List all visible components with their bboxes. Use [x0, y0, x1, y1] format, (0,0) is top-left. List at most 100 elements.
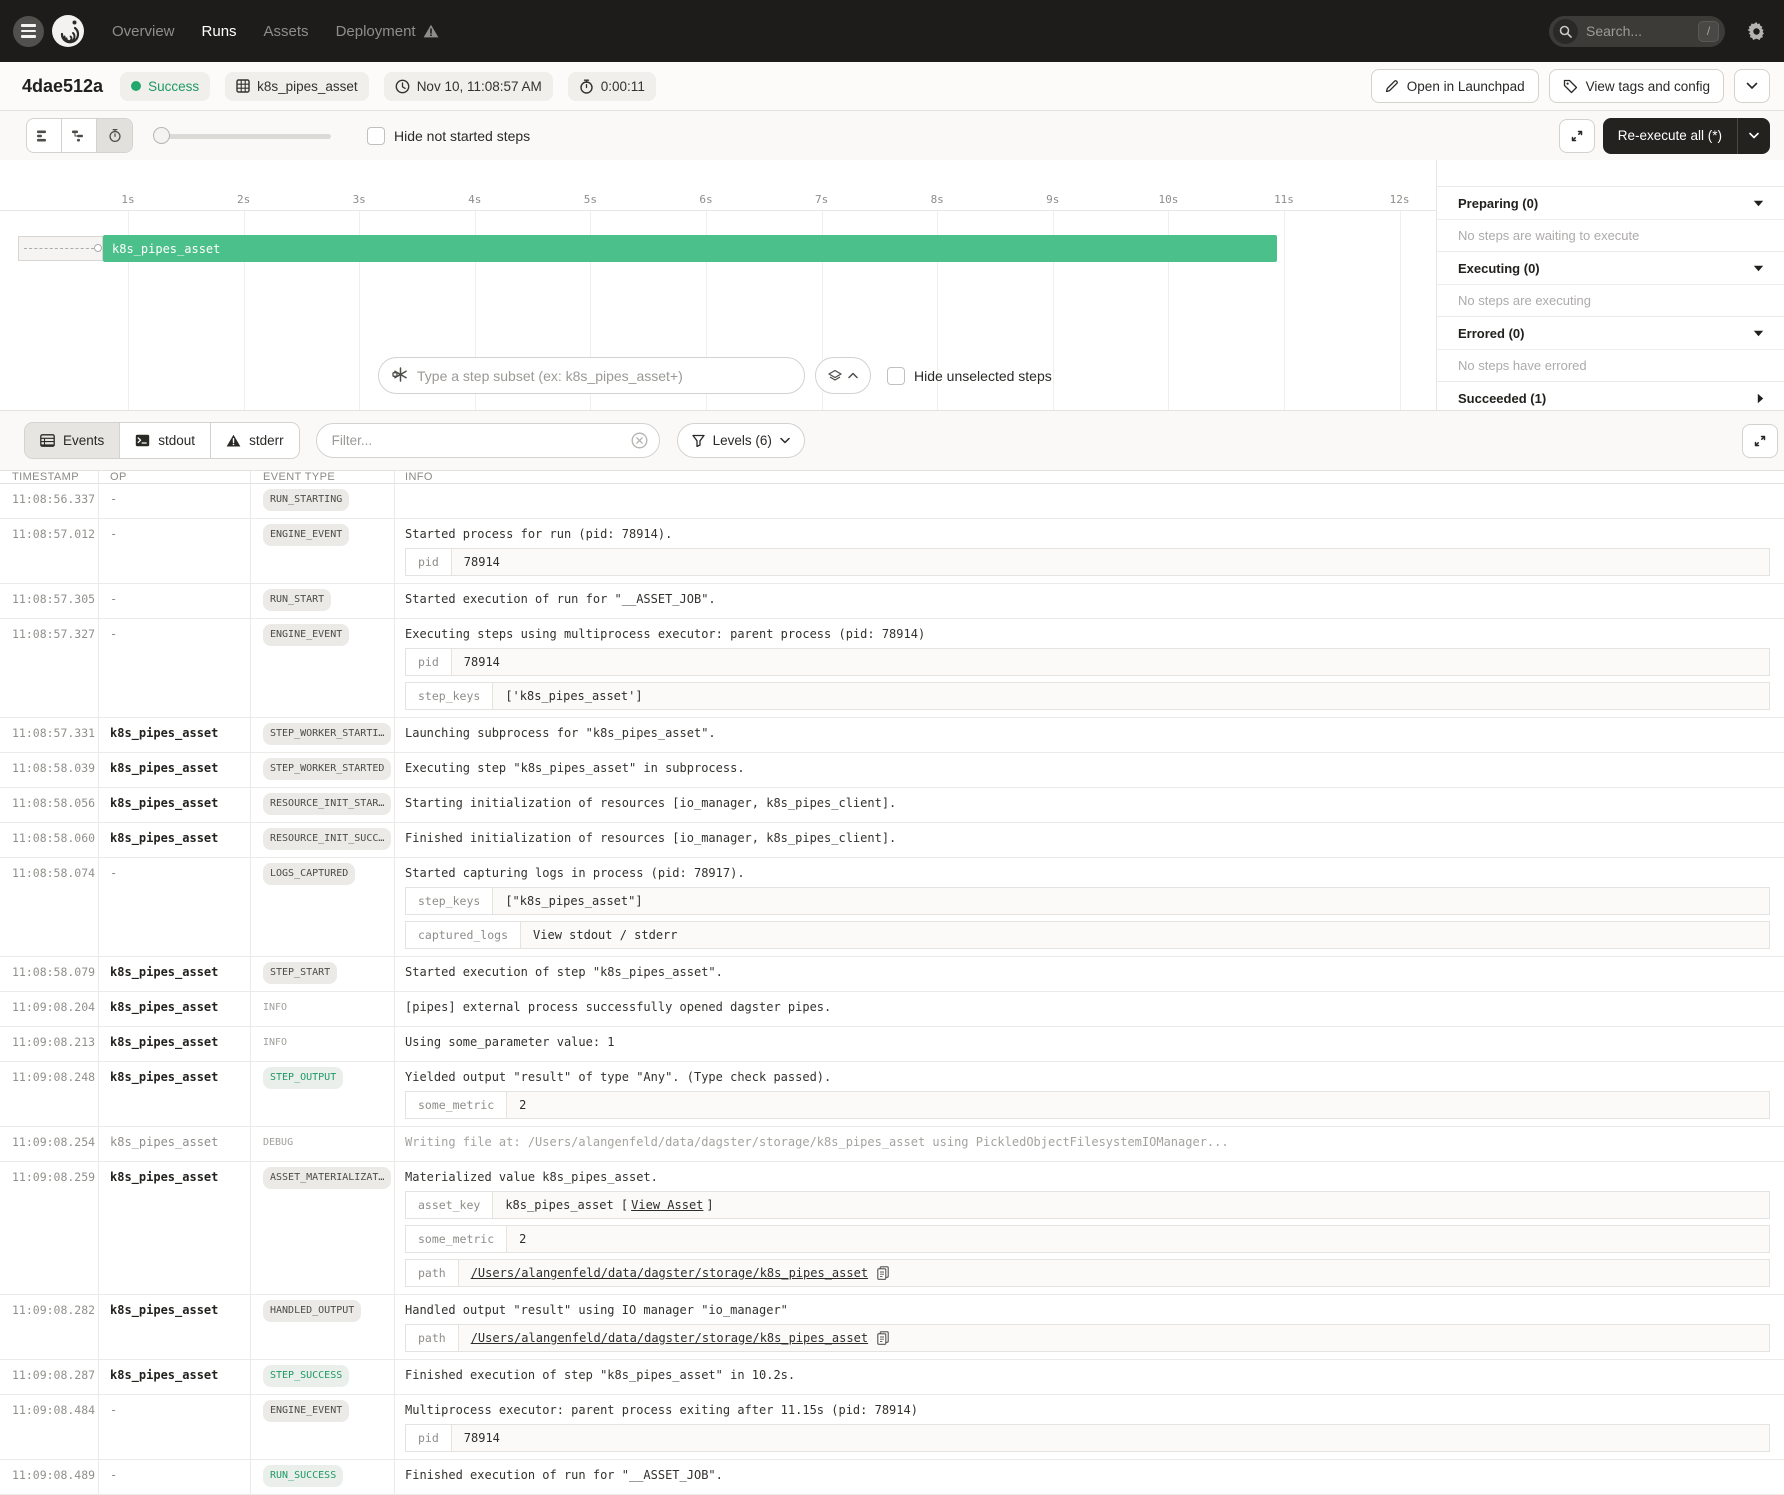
logs-expand-button[interactable]: [1742, 424, 1778, 458]
log-info-cell: [395, 484, 1784, 518]
caret-right-icon[interactable]: [1757, 393, 1764, 404]
log-row[interactable]: 11:08:57.331k8s_pipes_assetSTEP_WORKER_S…: [0, 718, 1784, 753]
copy-icon[interactable]: [877, 1266, 889, 1280]
log-timestamp[interactable]: 11:09:08.489: [0, 1460, 99, 1494]
log-timestamp[interactable]: 11:08:58.056: [0, 788, 99, 822]
log-timestamp[interactable]: 11:08:58.039: [0, 753, 99, 787]
log-timestamp[interactable]: 11:08:57.305: [0, 584, 99, 618]
col-timestamp: TIMESTAMP: [0, 471, 99, 483]
log-timestamp[interactable]: 11:08:57.012: [0, 519, 99, 583]
gear-icon[interactable]: [1747, 22, 1766, 41]
log-timestamp[interactable]: 11:09:08.254: [0, 1127, 99, 1161]
event-type-badge: LOGS_CAPTURED: [263, 863, 355, 885]
search-input[interactable]: Search... /: [1549, 16, 1725, 47]
view-tags-config-button[interactable]: View tags and config: [1549, 69, 1724, 103]
log-row[interactable]: 11:09:08.248k8s_pipes_assetSTEP_OUTPUTYi…: [0, 1062, 1784, 1127]
gantt-expand-button[interactable]: [1559, 119, 1595, 153]
log-row[interactable]: 11:09:08.287k8s_pipes_assetSTEP_SUCCESSF…: [0, 1360, 1784, 1395]
nav-item-runs[interactable]: Runs: [202, 23, 237, 40]
log-timestamp[interactable]: 11:09:08.204: [0, 992, 99, 1026]
log-row[interactable]: 11:08:57.327-ENGINE_EVENTExecuting steps…: [0, 619, 1784, 718]
log-row[interactable]: 11:09:08.204k8s_pipes_assetINFO[pipes] e…: [0, 992, 1784, 1027]
flat-view-button[interactable]: [27, 119, 62, 152]
status-section-header[interactable]: Executing (0): [1437, 252, 1784, 284]
run-header-more-button[interactable]: [1734, 69, 1770, 103]
graph-query-toggle-button[interactable]: [815, 357, 871, 394]
metadata-link[interactable]: /Users/alangenfeld/data/dagster/storage/…: [471, 1260, 868, 1286]
metadata-link[interactable]: /Users/alangenfeld/data/dagster/storage/…: [471, 1325, 868, 1351]
log-row[interactable]: 11:09:08.254k8s_pipes_assetDEBUGWriting …: [0, 1127, 1784, 1162]
log-row[interactable]: 11:08:58.056k8s_pipes_assetRESOURCE_INIT…: [0, 788, 1784, 823]
log-row[interactable]: 11:08:57.305-RUN_STARTStarted execution …: [0, 584, 1784, 619]
log-row[interactable]: 11:09:08.484-ENGINE_EVENTMultiprocess ex…: [0, 1395, 1784, 1460]
gantt-zoom-slider[interactable]: [155, 128, 331, 144]
caret-down-icon[interactable]: [1753, 330, 1764, 337]
log-event-type-cell: ASSET_MATERIALIZAT…: [251, 1162, 395, 1294]
log-filter-input[interactable]: [316, 423, 660, 458]
log-row[interactable]: 11:09:08.282k8s_pipes_assetHANDLED_OUTPU…: [0, 1295, 1784, 1360]
log-info-text: Writing file at: /Users/alangenfeld/data…: [405, 1135, 1770, 1149]
nav-item-label: Runs: [202, 23, 237, 40]
nav-item-overview[interactable]: Overview: [112, 23, 175, 40]
log-table: TIMESTAMP OP EVENT TYPE INFO 11:08:56.33…: [0, 470, 1784, 1495]
nav-item-assets[interactable]: Assets: [264, 23, 309, 40]
hide-not-started-checkbox[interactable]: Hide not started steps: [367, 127, 530, 145]
log-timestamp[interactable]: 11:09:08.484: [0, 1395, 99, 1459]
log-row[interactable]: 11:08:56.337-RUN_STARTING: [0, 484, 1784, 519]
timed-view-button[interactable]: [97, 119, 132, 152]
metadata-value: 78914: [452, 549, 1769, 575]
dagster-logo-icon[interactable]: [51, 14, 85, 48]
caret-down-icon[interactable]: [1753, 265, 1764, 272]
levels-filter-button[interactable]: Levels (6): [677, 423, 805, 458]
reexecute-all-button[interactable]: Re-execute all (*): [1603, 118, 1770, 154]
timeline-gridline: [1284, 211, 1285, 410]
stopwatch-icon: [579, 79, 594, 94]
job-tag[interactable]: k8s_pipes_asset: [225, 72, 369, 101]
log-timestamp[interactable]: 11:08:57.331: [0, 718, 99, 752]
metadata-link[interactable]: View Asset: [631, 1192, 703, 1218]
log-timestamp[interactable]: 11:08:58.074: [0, 858, 99, 956]
status-section-header[interactable]: Errored (0): [1437, 317, 1784, 349]
log-timestamp[interactable]: 11:09:08.287: [0, 1360, 99, 1394]
log-timestamp[interactable]: 11:09:08.248: [0, 1062, 99, 1126]
log-row[interactable]: 11:09:08.259k8s_pipes_assetASSET_MATERIA…: [0, 1162, 1784, 1295]
clear-filter-icon[interactable]: [631, 432, 648, 449]
log-row[interactable]: 11:08:57.012-ENGINE_EVENTStarted process…: [0, 519, 1784, 584]
waterfall-view-icon: [72, 130, 86, 142]
hide-unselected-checkbox[interactable]: Hide unselected steps: [887, 367, 1052, 385]
gantt-step-bar[interactable]: k8s_pipes_asset: [103, 235, 1277, 262]
log-info-text: [pipes] external process successfully op…: [405, 1000, 1770, 1014]
log-timestamp[interactable]: 11:09:08.282: [0, 1295, 99, 1359]
nav-item-deployment[interactable]: Deployment: [336, 23, 439, 40]
log-row[interactable]: 11:09:08.213k8s_pipes_assetINFOUsing som…: [0, 1027, 1784, 1062]
step-subset-input[interactable]: [378, 357, 805, 394]
status-section-header[interactable]: Preparing (0): [1437, 187, 1784, 219]
funnel-icon: [692, 434, 705, 447]
log-timestamp[interactable]: 11:08:58.079: [0, 957, 99, 991]
log-row[interactable]: 11:09:08.489-RUN_SUCCESSFinished executi…: [0, 1460, 1784, 1495]
log-row[interactable]: 11:08:58.060k8s_pipes_assetRESOURCE_INIT…: [0, 823, 1784, 858]
caret-down-icon[interactable]: [1753, 200, 1764, 207]
tab-stdout[interactable]: stdout: [120, 423, 211, 458]
slider-knob[interactable]: [153, 127, 170, 144]
log-timestamp[interactable]: 11:08:57.327: [0, 619, 99, 717]
tab-stderr[interactable]: stderr: [211, 423, 299, 458]
tab-Events[interactable]: Events: [25, 423, 120, 458]
open-in-launchpad-button[interactable]: Open in Launchpad: [1371, 69, 1539, 103]
status-section-header[interactable]: Succeeded (1): [1437, 382, 1784, 414]
log-timestamp[interactable]: 11:09:08.259: [0, 1162, 99, 1294]
copy-icon[interactable]: [877, 1331, 889, 1345]
hide-not-started-label: Hide not started steps: [394, 128, 530, 144]
log-timestamp[interactable]: 11:08:58.060: [0, 823, 99, 857]
metadata-row: path/Users/alangenfeld/data/dagster/stor…: [405, 1259, 1770, 1287]
checkbox-icon[interactable]: [367, 127, 385, 145]
checkbox-icon[interactable]: [887, 367, 905, 385]
log-timestamp[interactable]: 11:09:08.213: [0, 1027, 99, 1061]
log-row[interactable]: 11:08:58.039k8s_pipes_assetSTEP_WORKER_S…: [0, 753, 1784, 788]
hamburger-menu-icon[interactable]: [13, 16, 44, 47]
log-row[interactable]: 11:08:58.079k8s_pipes_assetSTEP_STARTSta…: [0, 957, 1784, 992]
waterfall-view-button[interactable]: [62, 119, 97, 152]
log-row[interactable]: 11:08:58.074-LOGS_CAPTUREDStarted captur…: [0, 858, 1784, 957]
reexecute-dropdown-button[interactable]: [1738, 118, 1770, 154]
log-timestamp[interactable]: 11:08:56.337: [0, 484, 99, 518]
